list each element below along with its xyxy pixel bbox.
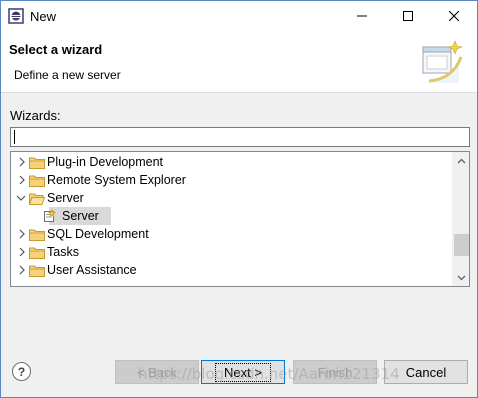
close-button[interactable] — [431, 1, 477, 31]
scroll-down-button[interactable] — [453, 269, 469, 286]
tree-vertical-scrollbar[interactable] — [452, 152, 469, 286]
help-button[interactable]: ? — [12, 362, 31, 381]
tree-item-label: Server — [62, 209, 99, 223]
wizard-description: Define a new server — [14, 68, 121, 82]
tree-item-plugin-development[interactable]: Plug-in Development — [11, 153, 451, 171]
wizard-tree[interactable]: Plug-in Development Remote System Explor… — [10, 151, 470, 287]
help-icon: ? — [17, 364, 26, 379]
wizard-filter-input[interactable] — [10, 127, 470, 147]
tree-item-label: SQL Development — [47, 227, 149, 241]
tree-item-server-category[interactable]: Server — [11, 189, 451, 207]
tree-item-label: Plug-in Development — [47, 155, 164, 169]
cancel-button[interactable]: Cancel — [384, 360, 468, 384]
next-button[interactable]: Next > — [201, 360, 285, 384]
folder-icon — [29, 265, 45, 277]
tree-item-tasks[interactable]: Tasks — [11, 243, 451, 261]
folder-open-icon — [29, 193, 45, 205]
chevron-down-icon[interactable] — [16, 193, 26, 203]
back-button[interactable]: < Back — [115, 360, 199, 384]
chevron-right-icon[interactable] — [17, 247, 27, 257]
text-caret — [14, 130, 15, 144]
maximize-icon — [403, 11, 413, 21]
title-bar[interactable]: New — [1, 1, 477, 31]
tree-item-label: Tasks — [47, 245, 79, 259]
chevron-right-icon[interactable] — [17, 265, 27, 275]
new-wizard-banner-icon — [421, 40, 464, 83]
folder-icon — [29, 157, 45, 169]
folder-icon — [29, 229, 45, 241]
server-wizard-icon — [44, 209, 57, 222]
chevron-up-icon — [457, 158, 466, 163]
next-button-label: Next > — [215, 362, 271, 382]
maximize-button[interactable] — [385, 1, 431, 31]
minimize-button[interactable] — [339, 1, 385, 31]
scroll-thumb[interactable] — [454, 234, 469, 256]
folder-icon — [29, 175, 45, 187]
wizard-title: Select a wizard — [9, 42, 103, 57]
chevron-down-icon — [457, 275, 466, 280]
wizard-header: Select a wizard Define a new server — [1, 31, 477, 93]
minimize-icon — [357, 15, 367, 17]
tree-item-user-assistance[interactable]: User Assistance — [11, 261, 451, 279]
scroll-up-button[interactable] — [453, 152, 469, 169]
folder-icon — [29, 247, 45, 259]
close-icon — [449, 11, 459, 21]
tree-item-remote-system-explorer[interactable]: Remote System Explorer — [11, 171, 451, 189]
finish-button[interactable]: Finish — [293, 360, 377, 384]
tree-item-label: Remote System Explorer — [47, 173, 186, 187]
wizards-label: Wizards: — [10, 108, 61, 123]
tree-item-server-wizard[interactable]: Server — [11, 207, 451, 225]
tree-item-sql-development[interactable]: SQL Development — [11, 225, 451, 243]
tree-item-label: User Assistance — [47, 263, 137, 277]
new-wizard-dialog: New Select a wizard Define a new server … — [0, 0, 478, 398]
chevron-right-icon[interactable] — [17, 175, 27, 185]
eclipse-app-icon — [8, 8, 24, 24]
chevron-right-icon[interactable] — [17, 229, 27, 239]
tree-item-label: Server — [47, 191, 84, 205]
chevron-right-icon[interactable] — [17, 157, 27, 167]
window-title: New — [30, 9, 57, 24]
